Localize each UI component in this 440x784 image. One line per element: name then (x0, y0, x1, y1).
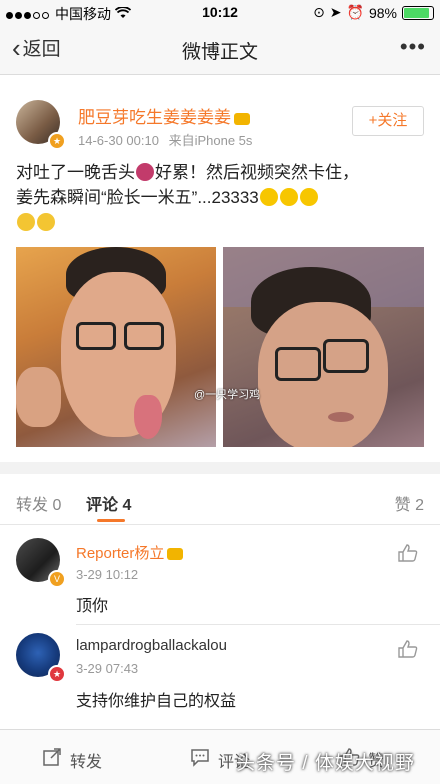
post-timestamp: 14-6-30 00:10 (78, 133, 159, 148)
rotation-lock-icon: ⊙ (313, 4, 325, 20)
thinking-emoji-icon (299, 188, 318, 206)
interaction-tabs: 转发 0 评论 4 赞 2 (0, 474, 440, 525)
comment-item: ★ lampardrogballackalou 3-29 07:43 支持你维护… (0, 625, 440, 725)
repost-button[interactable]: 转发 (42, 747, 102, 772)
post-photo-2[interactable] (223, 247, 424, 447)
author-name[interactable]: 肥豆芽吃生姜姜姜姜 (78, 103, 250, 128)
alarm-icon: ⏰ (346, 4, 364, 20)
section-divider (0, 462, 440, 474)
comment-time: 3-29 07:43 (76, 661, 139, 676)
photo-glasses (124, 322, 164, 350)
comment-time: 3-29 10:12 (76, 567, 139, 582)
post-source: 来自iPhone 5s (168, 133, 253, 148)
comment-text: 支持你维护自己的权益 (76, 693, 237, 710)
navigation-bar: ‹ 返回 微博正文 ••• (0, 24, 440, 75)
post-text-line1b: 好累！然后视频突然卡住， (155, 163, 359, 182)
repost-label: 转发 (70, 753, 103, 771)
photo-glasses (76, 322, 116, 350)
post-text-line1: 对吐了一晚舌头 (16, 163, 135, 182)
photo-hand (16, 367, 61, 427)
brand-watermark: 头条号 / 体娱大视野 (236, 753, 415, 774)
photo-tongue (134, 395, 162, 439)
comment-icon (190, 747, 210, 772)
verified-badge-icon: ★ (48, 132, 66, 150)
member-crown-icon (234, 112, 250, 125)
post-meta: 14-6-30 00:10 来自iPhone 5s (78, 130, 252, 149)
active-tab-indicator (97, 519, 125, 522)
comment-item: V Reporter杨立 3-29 10:12 顶你 (0, 525, 440, 625)
photo-glasses (275, 347, 321, 381)
verified-badge-icon: ★ (48, 665, 66, 683)
photo-glasses (323, 339, 369, 373)
location-icon: ➤ (329, 4, 342, 20)
battery-percent: 98% (368, 4, 397, 21)
laughing-emoji-icon (17, 213, 35, 231)
thumbs-up-icon[interactable] (398, 544, 418, 562)
image-watermark: @一只学习鸡 (194, 389, 261, 401)
commenter-name[interactable]: lampardrogballackalou (76, 637, 227, 654)
thinking-emoji-icon (279, 188, 298, 206)
verified-badge-icon: V (48, 570, 66, 588)
more-options-button[interactable]: ••• (400, 34, 426, 60)
tab-like[interactable]: 赞 2 (395, 491, 424, 515)
post-text: 对吐了一晚舌头 好累！然后视频突然卡住， 姜先森瞬间“脸长一米五”...23333 (16, 160, 426, 235)
author-name-text: 肥豆芽吃生姜姜姜姜 (78, 108, 231, 127)
laughing-emoji-icon (37, 213, 55, 231)
battery-icon (402, 5, 434, 20)
thumbs-up-icon[interactable] (398, 640, 418, 658)
post-text-line2: 姜先森瞬间“脸长一米五”...23333 (16, 188, 259, 207)
comment-text: 顶你 (76, 598, 109, 615)
repost-icon (42, 747, 62, 772)
tab-repost[interactable]: 转发 0 (16, 491, 61, 515)
member-crown-icon (167, 548, 184, 561)
tab-comment[interactable]: 评论 4 (86, 491, 131, 515)
status-bar: 中国移动 10:12 ⊙ ➤ ⏰ 98% (0, 0, 440, 24)
page-title: 微博正文 (181, 42, 258, 63)
tongue-emoji-icon (136, 163, 154, 181)
post-photo-1[interactable] (16, 247, 216, 447)
follow-button[interactable]: +关注 (352, 106, 424, 136)
thinking-emoji-icon (259, 188, 278, 206)
photo-mouth (328, 412, 354, 422)
commenter-name-text: Reporter杨立 (76, 545, 165, 562)
commenter-name[interactable]: Reporter杨立 (76, 542, 184, 563)
